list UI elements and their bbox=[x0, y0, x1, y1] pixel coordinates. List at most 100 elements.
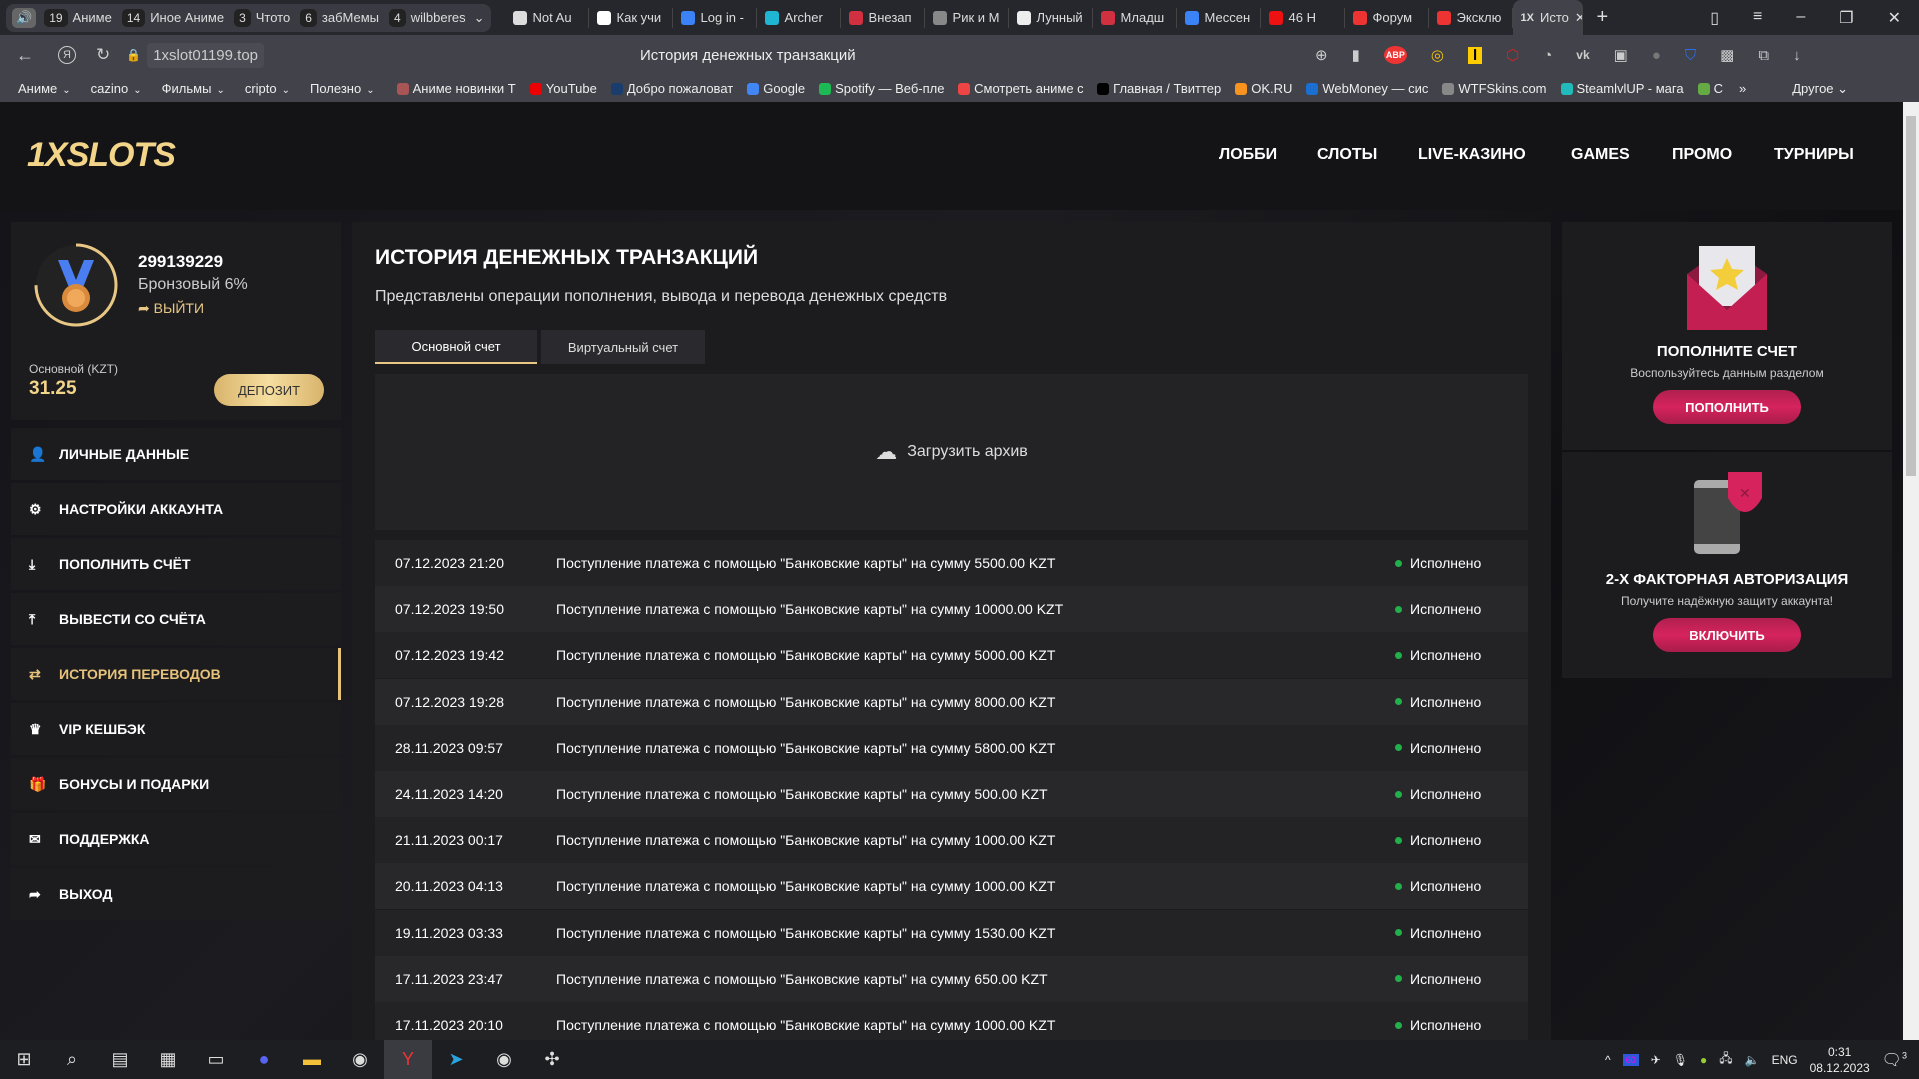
speed-icon[interactable]: ◔ bbox=[1543, 47, 1552, 64]
bookmark-folder[interactable]: cazino ⌄ bbox=[91, 81, 142, 96]
task-view-icon[interactable]: ▤ bbox=[96, 1040, 144, 1079]
minimize-button[interactable]: – bbox=[1796, 8, 1805, 28]
app-icon[interactable]: ▭ bbox=[192, 1040, 240, 1079]
enable-2fa-button[interactable]: ВКЛЮЧИТЬ bbox=[1653, 618, 1801, 652]
bookmark-icon[interactable]: ▮ bbox=[1352, 46, 1360, 64]
chevron-down-icon[interactable]: ⌄ bbox=[474, 10, 485, 26]
nav-item[interactable]: ПРОМО bbox=[1672, 146, 1732, 164]
adblock-icon[interactable]: ABP bbox=[1383, 46, 1407, 64]
topup-button[interactable]: ПОПОЛНИТЬ bbox=[1653, 390, 1801, 424]
bookmark-link[interactable]: Spotify — Веб-пле bbox=[819, 81, 944, 96]
other-bookmarks[interactable]: Другое ⌄ bbox=[1792, 81, 1848, 97]
sidebar-item[interactable]: ⇄ ИСТОРИЯ ПЕРЕВОДОВ bbox=[11, 648, 341, 700]
browser-tab[interactable]: Рик и М bbox=[925, 7, 1009, 28]
tab-group[interactable]: 6 забМемы bbox=[300, 8, 379, 27]
fps-monitor-icon[interactable]: 60 bbox=[1622, 1053, 1639, 1066]
sidebar-item[interactable]: ⤒ ВЫВЕСТИ СО СЧЁТА bbox=[11, 593, 341, 645]
app-icon[interactable]: ✣ bbox=[528, 1040, 576, 1079]
volume-icon[interactable]: 🔈 bbox=[1745, 1053, 1760, 1067]
scrollbar[interactable] bbox=[1903, 102, 1919, 1040]
bookmark-folder[interactable]: cripto ⌄ bbox=[245, 81, 290, 96]
downloads-icon[interactable]: ↓ bbox=[1793, 47, 1801, 64]
app-icon[interactable]: ▦ bbox=[144, 1040, 192, 1079]
bookmark-link[interactable]: YouTube bbox=[529, 81, 597, 96]
yandex-icon[interactable]: Я bbox=[58, 46, 76, 64]
network-icon[interactable]: 🖧 bbox=[1719, 1049, 1732, 1070]
more-bookmarks-icon[interactable]: » bbox=[1739, 81, 1746, 96]
browser-tab[interactable]: Внезап bbox=[841, 7, 925, 28]
extension-icon[interactable]: ▣ bbox=[1614, 46, 1628, 64]
start-icon[interactable]: ⊞ bbox=[0, 1040, 48, 1079]
extension-icon[interactable]: ● bbox=[1652, 47, 1661, 64]
browser-tab[interactable]: Младш bbox=[1093, 7, 1177, 28]
browser-tab[interactable]: Archer bbox=[757, 7, 841, 28]
nav-item[interactable]: СЛОТЫ bbox=[1317, 146, 1377, 164]
sidebar-item[interactable]: ➦ ВЫХОД bbox=[11, 868, 341, 920]
extension-icon[interactable]: ◎ bbox=[1431, 46, 1444, 64]
bookmark-folder[interactable]: Полезно ⌄ bbox=[310, 81, 375, 96]
tab-group[interactable]: 4 wilbberes bbox=[389, 8, 466, 27]
telegram-icon[interactable]: ➤ bbox=[432, 1040, 480, 1079]
sidebar-item[interactable]: ⤓ ПОПОЛНИТЬ СЧЁТ bbox=[11, 538, 341, 590]
browser-tab[interactable]: Log in - bbox=[673, 7, 757, 28]
close-icon[interactable]: ✕ bbox=[1575, 10, 1582, 26]
download-archive-button[interactable]: ☁ Загрузить архив bbox=[875, 439, 1028, 465]
back-icon[interactable]: ← bbox=[16, 45, 34, 66]
search-icon[interactable]: ⌕ bbox=[48, 1040, 96, 1079]
extension-icon[interactable]: ⬡ bbox=[1506, 46, 1519, 64]
restore-button[interactable]: ❐ bbox=[1839, 8, 1853, 28]
steam-icon[interactable]: ◉ bbox=[336, 1040, 384, 1079]
reload-icon[interactable]: ↻ bbox=[96, 45, 110, 65]
clock[interactable]: 0:31 08.12.2023 bbox=[1810, 1044, 1870, 1076]
vk-icon[interactable]: vk bbox=[1576, 48, 1589, 62]
bookmark-link[interactable]: С bbox=[1697, 81, 1723, 96]
sidebar-item[interactable]: ⚙ НАСТРОЙКИ АККАУНТА bbox=[11, 483, 341, 535]
bookmarks-panel-icon[interactable]: ▯ bbox=[1710, 8, 1719, 28]
browser-tab[interactable]: Эксклю bbox=[1429, 7, 1513, 28]
microphone-icon[interactable]: 🎙 bbox=[1673, 1053, 1688, 1067]
shield-icon[interactable]: ⛉ bbox=[1685, 47, 1696, 64]
tab-group[interactable]: 14 Иное Аниме bbox=[121, 8, 224, 27]
language-indicator[interactable]: ENG bbox=[1772, 1053, 1798, 1067]
new-tab-button[interactable]: + bbox=[1597, 6, 1609, 29]
sidebar-item[interactable]: ✉ ПОДДЕРЖКА bbox=[11, 813, 341, 865]
zoom-icon[interactable]: ⊕ bbox=[1315, 46, 1328, 64]
extensions-icon[interactable]: ⧉ bbox=[1758, 47, 1769, 64]
menu-icon[interactable]: ≡ bbox=[1753, 8, 1762, 28]
tab-group[interactable]: 19 Аниме bbox=[44, 8, 112, 27]
tab-active[interactable]: 1XИсто✕ bbox=[1512, 0, 1583, 35]
nav-item[interactable]: ЛОББИ bbox=[1219, 146, 1277, 164]
browser-tab[interactable]: Мессен bbox=[1177, 7, 1261, 28]
sidebar-item[interactable]: 👤 ЛИЧНЫЕ ДАННЫЕ bbox=[11, 428, 341, 480]
bookmark-link[interactable]: Google bbox=[747, 81, 805, 96]
bookmark-link[interactable]: Главная / Твиттер bbox=[1097, 81, 1221, 96]
explorer-icon[interactable]: ▬ bbox=[288, 1040, 336, 1079]
bookmark-link[interactable]: Добро пожаловат bbox=[610, 81, 733, 96]
bookmark-link[interactable]: Смотреть аниме с bbox=[958, 81, 1083, 96]
browser-tab[interactable]: Not Au bbox=[505, 7, 589, 28]
sidebar-item[interactable]: ♛ VIP КЕШБЭК bbox=[11, 703, 341, 755]
audio-icon[interactable]: 🔊 bbox=[12, 7, 37, 28]
steam-icon[interactable]: ◉ bbox=[480, 1040, 528, 1079]
airplane-icon[interactable]: ✈ bbox=[1651, 1053, 1661, 1067]
discord-icon[interactable]: ● bbox=[240, 1040, 288, 1079]
bookmark-folder[interactable]: Фильмы ⌄ bbox=[162, 81, 225, 96]
url-field[interactable]: 1xslot01199.top bbox=[147, 42, 265, 68]
browser-tab[interactable]: 46 Н bbox=[1261, 7, 1345, 28]
deposit-button[interactable]: ДЕПОЗИТ bbox=[214, 374, 324, 406]
tab-group[interactable]: 3 Чтото bbox=[234, 8, 290, 27]
sidebar-item[interactable]: 🎁 БОНУСЫ И ПОДАРКИ bbox=[11, 758, 341, 810]
browser-tab[interactable]: Лунный bbox=[1009, 7, 1093, 28]
browser-tab[interactable]: Форум bbox=[1345, 7, 1429, 28]
tray-expand-icon[interactable]: ^ bbox=[1605, 1053, 1611, 1067]
tray-app-icon[interactable]: ● bbox=[1700, 1053, 1707, 1067]
tab-virtual-account[interactable]: Виртуальный счет bbox=[541, 330, 705, 364]
tab-main-account[interactable]: Основной счет bbox=[375, 330, 537, 364]
bookmark-link[interactable]: SteamlvlUP - мага bbox=[1560, 81, 1684, 96]
notifications-icon[interactable]: 🗨3 bbox=[1882, 1050, 1907, 1070]
extension-icon[interactable]: l bbox=[1467, 46, 1483, 64]
logo[interactable]: 1XSLOTS bbox=[27, 136, 176, 175]
bookmark-link[interactable]: WebMoney — сис bbox=[1306, 81, 1428, 96]
scrollbar-thumb[interactable] bbox=[1906, 116, 1916, 476]
nav-item[interactable]: LIVE-КАЗИНО bbox=[1418, 146, 1526, 164]
